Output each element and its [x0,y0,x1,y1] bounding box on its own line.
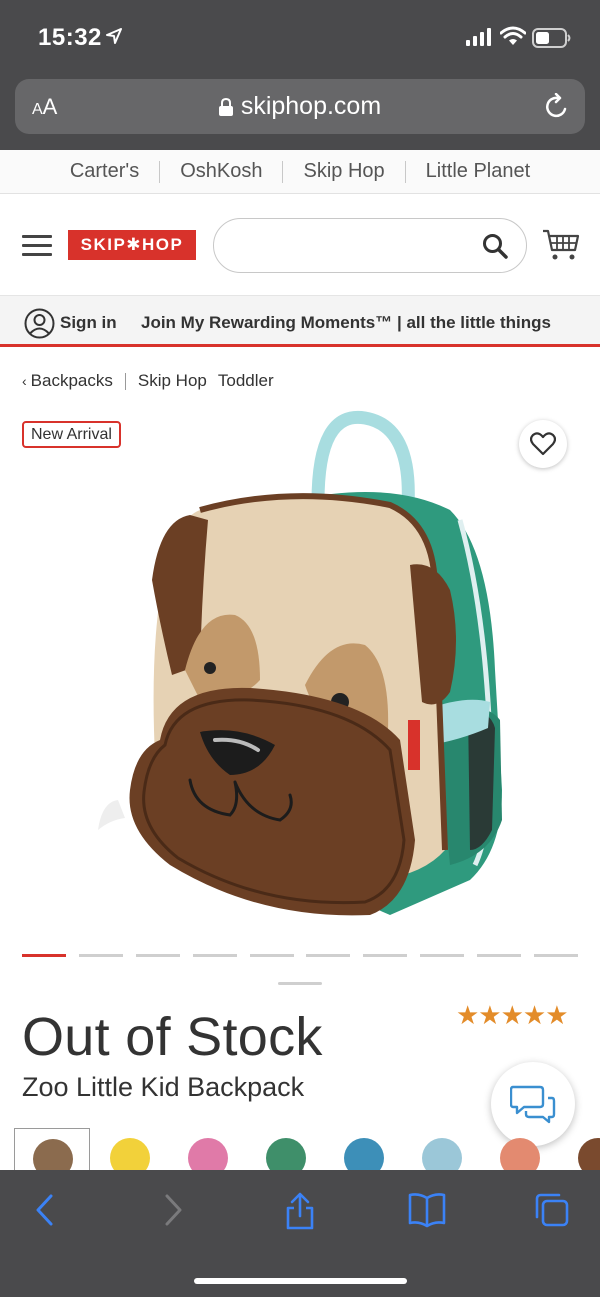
sheet-drag-handle[interactable] [278,982,322,985]
brand-nav: Carter's OshKosh Skip Hop Little Planet [0,150,600,194]
brand-link-oshkosh[interactable]: OshKosh [160,160,282,183]
breadcrumb: ‹ Backpacks Skip Hop Toddler [22,371,274,391]
breadcrumb-item[interactable]: Backpacks [31,371,113,391]
chevron-left-icon: ‹ [22,373,27,389]
status-time: 15:32 [38,24,102,51]
carousel-dot[interactable] [477,954,521,957]
reload-icon[interactable] [543,93,571,121]
user-icon[interactable] [24,308,55,339]
forward-icon[interactable] [164,1192,184,1228]
share-icon[interactable] [284,1192,316,1230]
url-text: skiphop.com [240,92,382,120]
battery-icon [532,28,571,48]
cellular-signal-icon [466,28,491,46]
back-icon[interactable] [34,1192,54,1228]
new-arrival-badge: New Arrival [22,421,121,448]
breadcrumb-item[interactable]: Skip Hop [138,371,207,391]
status-bar: 15:32 [0,0,600,76]
swatch-butterfly[interactable] [170,1128,246,1170]
location-arrow-icon [106,28,122,44]
breadcrumb-divider [124,372,126,390]
image-carousel-indicators [22,954,578,957]
product-image[interactable] [90,410,520,930]
swatch-dino[interactable] [248,1128,324,1170]
cart-icon[interactable] [542,228,580,262]
swatch-monkey[interactable] [560,1128,600,1170]
carousel-dot[interactable] [192,954,237,957]
swatch-strip [14,1128,600,1170]
rating-stars[interactable]: ★★★★★ [456,1000,569,1031]
product-title: Zoo Little Kid Backpack [22,1072,305,1102]
heart-icon [530,432,556,456]
swatch-dog[interactable] [326,1128,402,1170]
carousel-dot[interactable] [533,954,578,957]
carousel-dot[interactable] [363,954,408,957]
chat-bubbles-icon [510,1085,556,1124]
menu-icon[interactable] [22,235,52,257]
address-bar[interactable]: AA skiphop.com [15,79,585,134]
sign-in-link[interactable]: Sign in [60,313,117,333]
bookmarks-icon[interactable] [408,1192,446,1228]
swatch-hedgehog[interactable] [482,1128,558,1170]
brand-link-carters[interactable]: Carter's [50,160,159,183]
carousel-dot[interactable] [249,954,294,957]
brand-link-skip-hop[interactable]: Skip Hop [283,160,404,183]
site-logo[interactable]: SKIP✱HOP [68,230,196,260]
carousel-dot[interactable] [78,954,123,957]
swatch-bee[interactable] [92,1128,168,1170]
search-icon[interactable] [482,233,508,259]
site-header: SKIP✱HOP [0,195,600,295]
carousel-dot[interactable] [135,954,180,957]
wifi-icon [500,26,526,45]
breadcrumb-item[interactable]: Toddler [218,371,274,391]
url-display[interactable]: skiphop.com [15,92,585,121]
tabs-icon[interactable] [534,1192,570,1228]
carousel-dot[interactable] [420,954,465,957]
stock-status: Out of Stock [22,1007,323,1067]
brand-link-little-planet[interactable]: Little Planet [406,160,551,183]
account-bar: Sign in Join My Rewarding Moments™ | all… [0,295,600,347]
carousel-dot-active[interactable] [22,954,66,957]
wishlist-button[interactable] [519,420,567,468]
browser-top-chrome: 15:32 AA skiphop.com [0,0,600,150]
swatch-koala[interactable] [404,1128,480,1170]
lock-icon [218,98,233,116]
home-indicator[interactable] [194,1278,407,1284]
carousel-dot[interactable] [306,954,351,957]
search-input[interactable] [213,218,527,273]
rewards-promo-link[interactable]: Join My Rewarding Moments™ | all the lit… [141,313,581,333]
swatch-pug[interactable] [14,1128,90,1170]
